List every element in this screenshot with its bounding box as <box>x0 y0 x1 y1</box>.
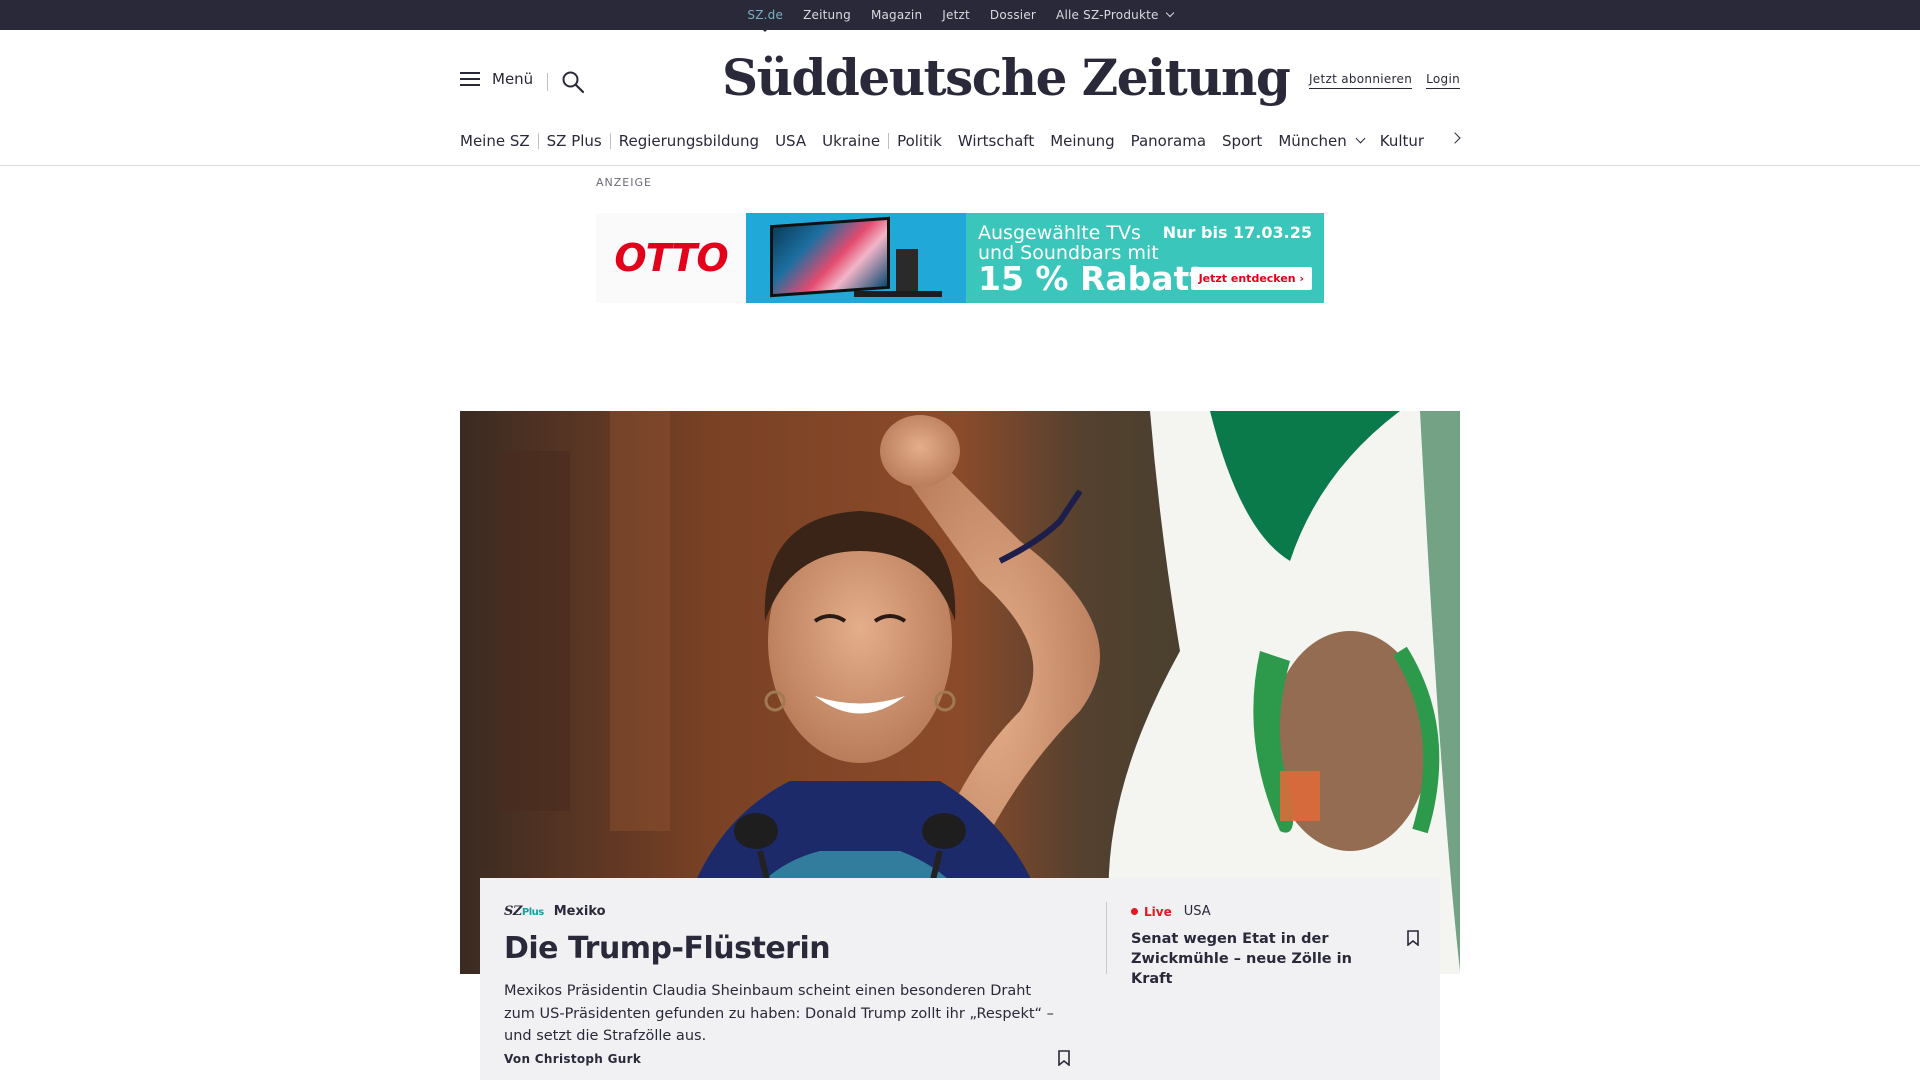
soundbar-image <box>854 291 942 297</box>
nav-item-ukraine[interactable]: Ukraine <box>814 132 888 150</box>
nav-item-meinung[interactable]: Meinung <box>1042 132 1122 150</box>
lead-teaser: SZPlus Mexiko Die Trump-Flüsterin Mexiko… <box>480 878 1440 1080</box>
sz-plus-badge-sz: SZ <box>504 904 522 919</box>
product-bar: SZ.de Zeitung Magazin Jetzt Dossier Alle… <box>0 0 1920 32</box>
nav-item-sport[interactable]: Sport <box>1214 132 1270 150</box>
product-link-zeitung[interactable]: Zeitung <box>803 8 851 22</box>
subscribe-link[interactable]: Jetzt abonnieren <box>1308 72 1413 89</box>
live-kicker: Live USA <box>1131 904 1411 919</box>
product-nav: SZ.de Zeitung Magazin Jetzt Dossier Alle… <box>0 0 1920 32</box>
search-icon[interactable] <box>561 70 585 94</box>
side-article[interactable]: Live USA Senat wegen Etat in der Zwickmü… <box>1131 904 1411 989</box>
site-logo[interactable]: Süddeutsche Zeitung <box>722 48 1291 107</box>
divider <box>547 73 548 91</box>
nav-item-regierungsbildung[interactable]: Regierungsbildung <box>611 132 767 150</box>
account-links: Jetzt abonnieren Login <box>1308 72 1460 89</box>
product-link-szde[interactable]: SZ.de <box>747 8 783 32</box>
speaker-image <box>896 249 918 291</box>
product-link-magazin[interactable]: Magazin <box>871 8 922 22</box>
author-byline: Von Christoph Gurk <box>504 1052 642 1066</box>
nav-item-politik[interactable]: Politik <box>889 132 950 150</box>
live-dot-icon <box>1131 908 1138 915</box>
ad-line-1: Ausgewählte TVs <box>978 222 1141 244</box>
side-headline[interactable]: Senat wegen Etat in der Zwickmühle – neu… <box>1131 929 1391 989</box>
ad-brand-logo: OTTO <box>614 236 728 280</box>
login-link[interactable]: Login <box>1426 72 1460 89</box>
product-link-jetzt[interactable]: Jetzt <box>942 8 970 22</box>
ad-discount: 15 % Rabatt <box>978 259 1206 298</box>
lead-article[interactable]: SZPlus Mexiko Die Trump-Flüsterin Mexiko… <box>504 904 1084 1048</box>
menu-button[interactable]: Menü <box>460 70 533 88</box>
ad-headline: Ausgewählte TVs und Soundbars mit <box>978 223 1159 263</box>
chevron-down-icon <box>1355 133 1366 143</box>
hamburger-icon <box>460 71 480 87</box>
ad-banner[interactable]: OTTO Ausgewählte TVs und Soundbars mit 1… <box>596 213 1324 303</box>
teaser-divider <box>1106 902 1107 974</box>
chevron-down-icon <box>1165 8 1174 18</box>
sz-plus-badge-plus: Plus <box>521 907 544 918</box>
ad-cta-label: Jetzt entdecken <box>1198 272 1296 285</box>
nav-item-panorama[interactable]: Panorama <box>1123 132 1214 150</box>
site-header: Menü Süddeutsche Zeitung Jetzt abonniere… <box>0 30 1920 166</box>
nav-item-usa[interactable]: USA <box>767 132 814 150</box>
sz-plus-badge: SZPlus <box>504 904 544 919</box>
nav-item-muenchen[interactable]: München <box>1270 132 1371 150</box>
teaser-text: Mexikos Präsidentin Claudia Sheinbaum sc… <box>504 983 1054 1044</box>
bookmark-icon[interactable] <box>1058 1050 1070 1066</box>
nav-item-kultur[interactable]: Kultur <box>1372 132 1432 150</box>
live-label: Live <box>1144 904 1172 919</box>
menu-label: Menü <box>492 70 534 88</box>
kicker: SZPlus Mexiko <box>504 904 1084 919</box>
bookmark-icon[interactable] <box>1407 930 1419 946</box>
kicker-topic: Mexiko <box>553 904 606 919</box>
ad-product-image <box>746 213 966 303</box>
nav-item-muenchen-label: München <box>1278 132 1347 150</box>
side-topic: USA <box>1183 904 1211 919</box>
product-link-all-products[interactable]: Alle SZ-Produkte <box>1056 8 1174 22</box>
ad-cta-button[interactable]: Jetzt entdecken › <box>1190 267 1312 290</box>
nav-item-sz-plus[interactable]: SZ Plus <box>539 132 610 150</box>
nav-item-meine-sz[interactable]: Meine SZ <box>460 132 538 150</box>
ad-creative: Ausgewählte TVs und Soundbars mit 15 % R… <box>746 213 1324 303</box>
ad-brand-box: OTTO <box>596 213 746 303</box>
ad-label: ANZEIGE <box>596 176 652 189</box>
headline[interactable]: Die Trump-Flüsterin <box>504 931 1084 966</box>
tv-image <box>770 216 890 298</box>
section-nav: Meine SZ SZ Plus Regierungsbildung USA U… <box>460 130 1460 152</box>
ad-validity: Nur bis 17.03.25 <box>1162 223 1312 242</box>
nav-item-wirtschaft[interactable]: Wirtschaft <box>950 132 1042 150</box>
product-link-dossier[interactable]: Dossier <box>990 8 1036 22</box>
all-products-label: Alle SZ-Produkte <box>1056 8 1159 22</box>
